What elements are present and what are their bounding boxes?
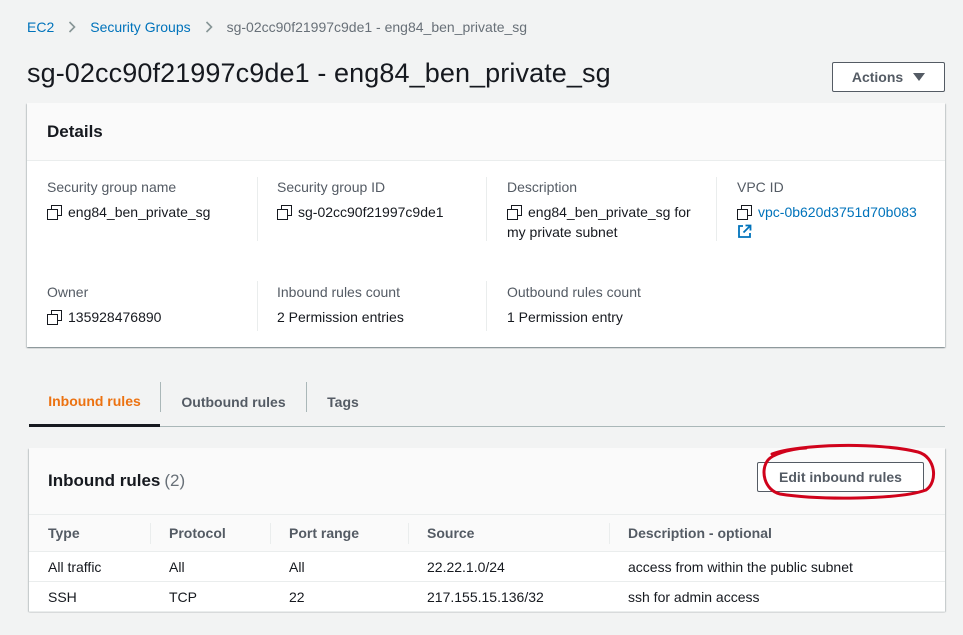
vpc-id-value-row: vpc-0b620d3751d70b083: [737, 202, 942, 222]
outbound-count-label: Outbound rules count: [507, 284, 641, 300]
col-header-port-range[interactable]: Port range: [270, 515, 408, 552]
breadcrumb: EC2 Security Groups sg-02cc90f21997c9de1…: [27, 17, 527, 37]
chevron-right-icon: [205, 21, 213, 33]
tab-inbound-rules[interactable]: Inbound rules: [29, 377, 160, 427]
owner-field: Owner 135928476890: [47, 282, 257, 327]
actions-button[interactable]: Actions: [832, 62, 945, 92]
inbound-rules-title-text: Inbound rules: [48, 471, 161, 490]
description-label: Description: [507, 179, 578, 195]
sg-name-value-row: eng84_ben_private_sg: [47, 202, 257, 222]
copy-icon[interactable]: [737, 205, 752, 220]
inbound-count-value: 2 Permission entries: [277, 309, 404, 325]
page-title: sg-02cc90f21997c9de1 - eng84_ben_private…: [27, 58, 611, 88]
cell-description: access from within the public subnet: [609, 551, 945, 582]
col-header-description[interactable]: Description - optional: [609, 515, 945, 552]
edit-inbound-rules-button[interactable]: Edit inbound rules: [757, 462, 924, 492]
chevron-right-icon: [68, 21, 76, 33]
inbound-count-label: Inbound rules count: [277, 284, 400, 300]
inbound-rules-count: (2): [164, 471, 186, 490]
copy-icon[interactable]: [47, 310, 62, 325]
col-header-type[interactable]: Type: [29, 515, 150, 552]
breadcrumb-security-groups-link[interactable]: Security Groups: [90, 19, 190, 35]
inbound-rules-table: Type Protocol Port range Source Descript…: [29, 514, 945, 612]
details-header: Details: [27, 103, 945, 161]
column-divider: [257, 177, 258, 241]
owner-value: 135928476890: [68, 309, 162, 325]
external-link-icon[interactable]: [737, 224, 752, 239]
inbound-count-field: Inbound rules count 2 Permission entries: [277, 282, 487, 327]
cell-source: 22.22.1.0/24: [408, 551, 609, 582]
sg-id-value: sg-02cc90f21997c9de1: [298, 204, 444, 220]
breadcrumb-current: sg-02cc90f21997c9de1 - eng84_ben_private…: [226, 19, 528, 35]
copy-icon[interactable]: [507, 205, 522, 220]
details-panel: Details Security group name eng84_ben_pr…: [27, 103, 945, 347]
cell-port-range: 22: [270, 581, 408, 612]
sg-id-field: Security group ID sg-02cc90f21997c9de1: [277, 177, 487, 222]
sg-name-value: eng84_ben_private_sg: [68, 204, 211, 220]
description-value: eng84_ben_private_sg for my private subn…: [507, 204, 691, 240]
owner-label: Owner: [47, 284, 89, 300]
sg-name-label: Security group name: [47, 179, 177, 195]
tab-outbound-rules[interactable]: Outbound rules: [161, 377, 306, 426]
table-header-row: Type Protocol Port range Source Descript…: [29, 514, 945, 552]
vpc-id-label: VPC ID: [737, 179, 784, 195]
inbound-rules-panel: Inbound rules (2) Edit inbound rules Type…: [29, 448, 945, 612]
inbound-rules-title: Inbound rules (2): [48, 471, 185, 491]
inbound-rules-header: Inbound rules (2) Edit inbound rules: [29, 448, 945, 514]
cell-type: SSH: [29, 581, 150, 612]
sg-name-field: Security group name eng84_ben_private_sg: [47, 177, 257, 222]
outbound-count-value: 1 Permission entry: [507, 309, 623, 325]
vpc-id-link[interactable]: vpc-0b620d3751d70b083: [758, 202, 917, 222]
tab-tags[interactable]: Tags: [307, 377, 379, 426]
actions-button-label: Actions: [851, 69, 904, 85]
description-field: Description eng84_ben_private_sg for my …: [507, 177, 707, 242]
description-value-row: eng84_ben_private_sg for my private subn…: [507, 202, 707, 242]
details-title: Details: [47, 121, 103, 141]
cell-protocol: TCP: [150, 581, 270, 612]
column-divider: [716, 177, 717, 241]
copy-icon[interactable]: [277, 205, 292, 220]
breadcrumb-ec2-link[interactable]: EC2: [27, 19, 54, 35]
column-divider: [257, 281, 258, 331]
col-header-source[interactable]: Source: [408, 515, 609, 552]
table-row: All traffic All All 22.22.1.0/24 access …: [29, 551, 945, 582]
vpc-id-field: VPC ID vpc-0b620d3751d70b083: [737, 177, 942, 239]
cell-port-range: All: [270, 551, 408, 582]
caret-down-icon: [913, 73, 926, 81]
outbound-count-field: Outbound rules count 1 Permission entry: [507, 282, 717, 327]
tab-bar: Inbound rules Outbound rules Tags: [29, 377, 945, 427]
cell-source: 217.155.15.136/32: [408, 581, 609, 612]
sg-id-value-row: sg-02cc90f21997c9de1: [277, 202, 487, 222]
cell-type: All traffic: [29, 551, 150, 582]
copy-icon[interactable]: [47, 205, 62, 220]
cell-description: ssh for admin access: [609, 581, 945, 612]
cell-protocol: All: [150, 551, 270, 582]
owner-value-row: 135928476890: [47, 307, 257, 327]
sg-id-label: Security group ID: [277, 179, 386, 195]
table-row: SSH TCP 22 217.155.15.136/32 ssh for adm…: [29, 581, 945, 612]
col-header-protocol[interactable]: Protocol: [150, 515, 270, 552]
